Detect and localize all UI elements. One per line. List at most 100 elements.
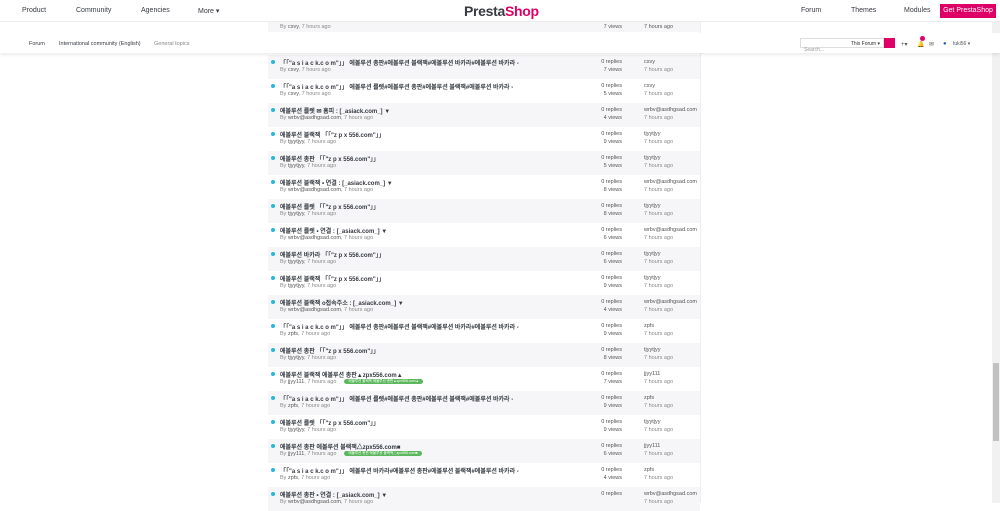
topic-title[interactable]: 에볼루션 룰렛 「「"z p x 556.com"」」	[280, 418, 379, 427]
topic-author[interactable]: csvy	[288, 91, 299, 97]
topic-title[interactable]: 에볼루션 블랙잭 「「"z p x 556.com"」」	[280, 130, 385, 139]
last-poster-name[interactable]: tjyytjyy	[644, 346, 673, 354]
topic-title[interactable]: 에볼루션 블랙잭 「「"z p x 556.com"」」	[280, 274, 385, 283]
last-poster-name[interactable]: zpfs	[644, 466, 673, 474]
topic-author[interactable]: csvy	[288, 67, 299, 73]
topic-title[interactable]: 에볼루션 룰렛 「「"z p x 556.com"」」	[280, 202, 379, 211]
scrollbar-thumb[interactable]	[993, 363, 999, 441]
topic-row[interactable]: 에볼루션 바카라 「「"z p x 556.com"」」 By tjyytjyy…	[268, 247, 700, 271]
last-poster-name[interactable]: jjyy111	[644, 370, 673, 378]
last-poster-name[interactable]: wrbv@asdhgsad.com	[644, 106, 697, 114]
topic-title[interactable]: 에볼루션 룰렛 • 연결 : [_asiack.com_] ▼	[280, 226, 387, 235]
last-poster-name[interactable]: tjyytjyy	[644, 418, 673, 426]
topic-row[interactable]: 에볼루션 블랙잭 ο접속주소 : [_asiack.com_] ▼ By wrb…	[268, 295, 700, 319]
last-poster-name[interactable]: tjyytjyy	[644, 202, 673, 210]
topic-author[interactable]: tjyytjyy	[288, 163, 304, 169]
topic-row[interactable]: 「「"a s i a c k.c o m"」」 에볼루션 룰렛#에볼루션 총판#…	[268, 79, 700, 103]
create-plus-icon[interactable]: +▾	[901, 41, 908, 48]
topic-title[interactable]: 에볼루션 블랙잭 에볼루션 총판▲zpx556.com▲	[280, 370, 403, 379]
topic-row[interactable]: 에볼루션 총판 「「"z p x 556.com"」」 By tjyytjyy,…	[268, 343, 700, 367]
topic-row[interactable]: 에볼루션 룰렛 • 연결 : [_asiack.com_] ▼ By wrbv@…	[268, 223, 700, 247]
avatar[interactable]: ●	[943, 41, 947, 47]
mail-icon[interactable]: ✉	[929, 41, 934, 48]
last-poster-name[interactable]: tjyytjyy	[644, 130, 673, 138]
topic-author[interactable]: jjyy111	[288, 379, 304, 385]
user-menu[interactable]: tuki56 ▾	[953, 41, 970, 47]
search-input[interactable]: Search... This Forum ▾	[800, 38, 884, 53]
breadcrumb-forum[interactable]: Forum	[29, 41, 45, 47]
topic-title[interactable]: 에볼루션 총판 • 연결 : [_asiack.com_] ▼	[280, 490, 387, 499]
last-poster-name[interactable]: wrbv@asdhgsad.com	[644, 226, 697, 234]
last-poster: wrbv@asdhgsad.com 7 hours ago	[644, 226, 697, 241]
nav-product[interactable]: Product	[22, 7, 46, 14]
topic-author[interactable]: zpfs	[288, 403, 298, 409]
topic-row[interactable]: 「「"a s i a c k.c o m"」」 에볼루션 총판#에볼루션 블랙잭…	[268, 319, 700, 343]
last-poster-name[interactable]: zpfs	[644, 322, 673, 330]
topic-stats: 0 replies 6 views	[601, 251, 622, 265]
topic-row[interactable]: 에볼루션 룰렛 ✉ 홈피 : [_asiack.com_] ▼ By wrbv@…	[268, 103, 700, 127]
topic-author[interactable]: wrbv@asdhgsad.com	[288, 499, 341, 505]
topic-author[interactable]: tjyytjyy	[288, 355, 304, 361]
topic-author[interactable]: tjyytjyy	[288, 211, 304, 217]
topic-author[interactable]: tjyytjyy	[288, 427, 304, 433]
last-poster-name[interactable]: wrbv@asdhgsad.com	[644, 298, 697, 306]
topic-title[interactable]: 「「"a s i a c k.c o m"」」 에볼루션 룰렛#에볼루션 총판#…	[280, 394, 513, 403]
nav-agencies[interactable]: Agencies	[141, 7, 170, 14]
topic-author[interactable]: jjyy111	[288, 451, 304, 457]
topic-author[interactable]: zpfs	[288, 331, 298, 337]
topic-row[interactable]: 에볼루션 블랙잭 「「"z p x 556.com"」」 By tjyytjyy…	[268, 271, 700, 295]
last-poster-name[interactable]: wrbv@asdhgsad.com	[644, 490, 697, 498]
topic-row[interactable]: 에볼루션 총판 「「"z p x 556.com"」」 By tjyytjyy,…	[268, 151, 700, 175]
topic-title[interactable]: 「「"a s i a c k.c o m"」」 에볼루션 룰렛#에볼루션 총판#…	[280, 82, 513, 91]
get-prestashop-button[interactable]: Get PrestaShop	[940, 4, 996, 18]
topic-row[interactable]: 에볼루션 블랙잭 「「"z p x 556.com"」」 By tjyytjyy…	[268, 127, 700, 151]
topic-title[interactable]: 「「"a s i a c k.c o m"」」 에볼루션 총판#에볼루션 블랙잭…	[280, 322, 519, 331]
last-poster-name[interactable]: csvy	[644, 82, 673, 90]
topic-title[interactable]: 에볼루션 총판 에볼루션 블랙잭△zpx556.com■	[280, 442, 400, 451]
search-scope-select[interactable]: This Forum ▾	[851, 41, 880, 47]
topic-row[interactable]: 에볼루션 총판 • 연결 : [_asiack.com_] ▼ By wrbv@…	[268, 487, 700, 511]
topic-title[interactable]: 에볼루션 총판 「「"z p x 556.com"」」	[280, 346, 379, 355]
topic-tag[interactable]: 에볼루션 블랙잭 에볼루션 총판▲zpx556.com▲	[344, 379, 423, 385]
topic-author[interactable]: tjyytjyy	[288, 139, 304, 145]
topic-author[interactable]: wrbv@asdhgsad.com	[288, 307, 341, 313]
topic-tag[interactable]: 에볼루션 총판 에볼루션 블랙잭△zpx556.com■	[344, 451, 422, 457]
last-poster-name[interactable]: zpfs	[644, 394, 673, 402]
nav-forum[interactable]: Forum	[801, 7, 821, 14]
topic-author[interactable]: wrbv@asdhgsad.com	[288, 235, 341, 241]
topic-author[interactable]: tjyytjyy	[288, 259, 304, 265]
topic-row[interactable]: 「「"a s i a c k.c o m"」」 에볼루션 룰렛#에볼루션 총판#…	[268, 391, 700, 415]
topic-row[interactable]: 「「"a s i a c k.c o m"」」 에볼루션 총판#에볼루션 블랙잭…	[268, 55, 700, 79]
last-poster-name[interactable]: tjyytjyy	[644, 274, 673, 282]
topic-row[interactable]: 「「"a s i a c k.c o m"」」 에볼루션 바카라#에볼루션 총판…	[268, 463, 700, 487]
last-poster-name[interactable]: tjyytjyy	[644, 154, 673, 162]
topic-title[interactable]: 에볼루션 블랙잭 ο접속주소 : [_asiack.com_] ▼	[280, 298, 404, 307]
topic-author[interactable]: tjyytjyy	[288, 283, 304, 289]
topic-title[interactable]: 「「"a s i a c k.c o m"」」 에볼루션 바카라#에볼루션 총판…	[280, 466, 519, 475]
topic-title[interactable]: 「「"a s i a c k.c o m"」」 에볼루션 총판#에볼루션 블랙잭…	[280, 58, 519, 67]
bell-icon[interactable]: 🔔	[917, 41, 924, 48]
topic-title[interactable]: 에볼루션 총판 「「"z p x 556.com"」」	[280, 154, 379, 163]
topic-author[interactable]: wrbv@asdhgsad.com	[288, 115, 341, 121]
nav-more[interactable]: More ▾	[198, 7, 219, 15]
topic-title[interactable]: 에볼루션 룰렛 ✉ 홈피 : [_asiack.com_] ▼	[280, 106, 390, 115]
breadcrumb-international[interactable]: International community (English)	[59, 41, 141, 47]
topic-author[interactable]: zpfs	[288, 475, 298, 481]
topic-row[interactable]: 에볼루션 룰렛 「「"z p x 556.com"」」 By tjyytjyy,…	[268, 415, 700, 439]
last-poster-name[interactable]: wrbv@asdhgsad.com	[644, 178, 697, 186]
topic-title[interactable]: 에볼루션 바카라 「「"z p x 556.com"」」	[280, 250, 385, 259]
search-button[interactable]: ⌕	[884, 38, 895, 54]
topic-row[interactable]: 에볼루션 블랙잭 • 연결 : [_asiack.com_] ▼ By wrbv…	[268, 175, 700, 199]
topic-row[interactable]: 에볼루션 룰렛 「「"z p x 556.com"」」 By tjyytjyy,…	[268, 199, 700, 223]
nav-themes[interactable]: Themes	[851, 7, 876, 14]
topic-title[interactable]: 에볼루션 블랙잭 • 연결 : [_asiack.com_] ▼	[280, 178, 393, 187]
nav-modules[interactable]: Modules	[904, 7, 930, 14]
nav-community[interactable]: Community	[76, 7, 111, 14]
last-poster-name[interactable]: tjyytjyy	[644, 250, 673, 258]
last-poster-name[interactable]: csvy	[644, 58, 673, 66]
prestashop-logo[interactable]: PrestaShop	[464, 3, 539, 19]
topic-row[interactable]: 에볼루션 총판 에볼루션 블랙잭△zpx556.com■ By jjyy111,…	[268, 439, 700, 463]
topic-row[interactable]: 에볼루션 블랙잭 에볼루션 총판▲zpx556.com▲ By jjyy111,…	[268, 367, 700, 391]
last-poster-name[interactable]: jjyy111	[644, 442, 673, 450]
topic-author[interactable]: wrbv@asdhgsad.com	[288, 187, 341, 193]
